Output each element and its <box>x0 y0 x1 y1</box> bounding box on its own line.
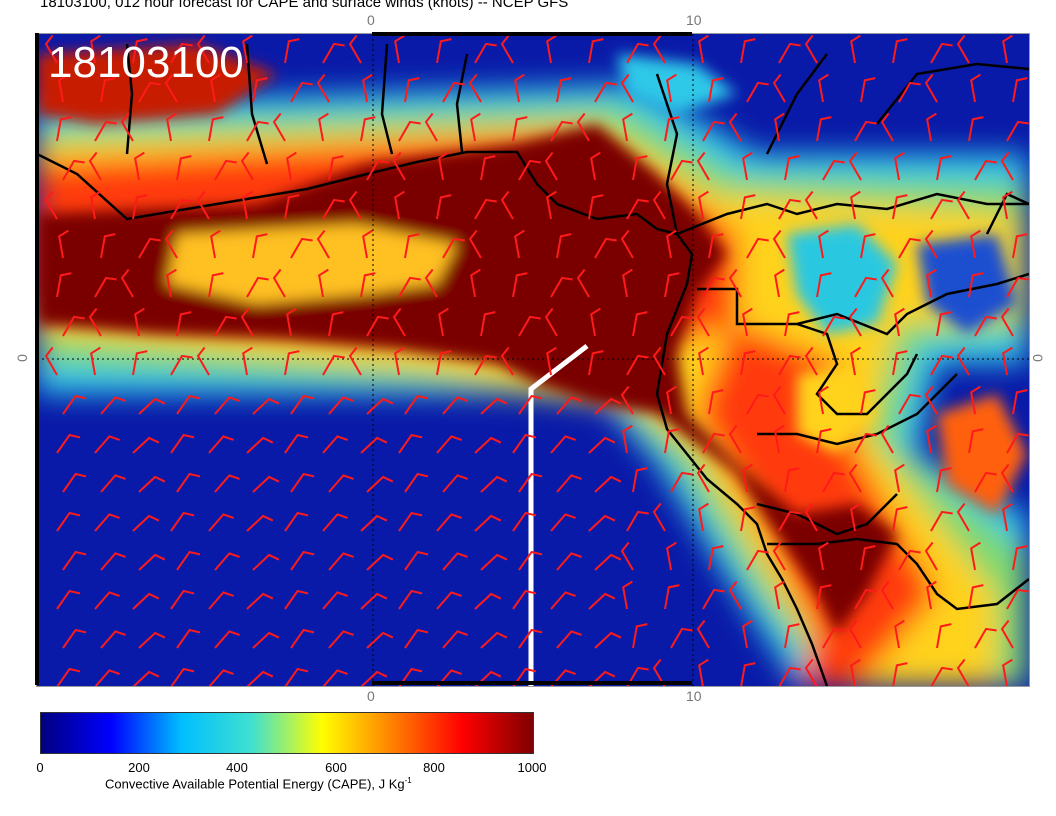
colorbar-label: 1000 <box>517 760 547 775</box>
top-tick-10: 10 <box>686 12 702 28</box>
date-stamp: 18103100 <box>48 38 244 87</box>
bottom-tick-10: 10 <box>686 688 702 704</box>
top-tick-0: 0 <box>367 12 375 28</box>
colorbar-label: 600 <box>325 760 347 775</box>
left-axis-band <box>35 33 39 685</box>
top-axis-band <box>372 32 692 36</box>
colorbar-title: Convective Available Potential Energy (C… <box>105 776 412 792</box>
colorbar <box>40 712 534 754</box>
right-tick-0: 0 <box>1029 354 1046 362</box>
colorbar-label: 400 <box>226 760 248 775</box>
colorbar-label: 0 <box>36 760 44 775</box>
map-title: 18103100, 012 hour forecast for CAPE and… <box>40 0 569 11</box>
bottom-tick-0: 0 <box>367 688 375 704</box>
cape-map <box>36 33 1030 687</box>
left-tick-0: 0 <box>13 354 30 362</box>
colorbar-label: 800 <box>423 760 445 775</box>
bottom-axis-band <box>372 681 692 685</box>
colorbar-label: 200 <box>128 760 150 775</box>
cape-field <box>37 34 1029 686</box>
